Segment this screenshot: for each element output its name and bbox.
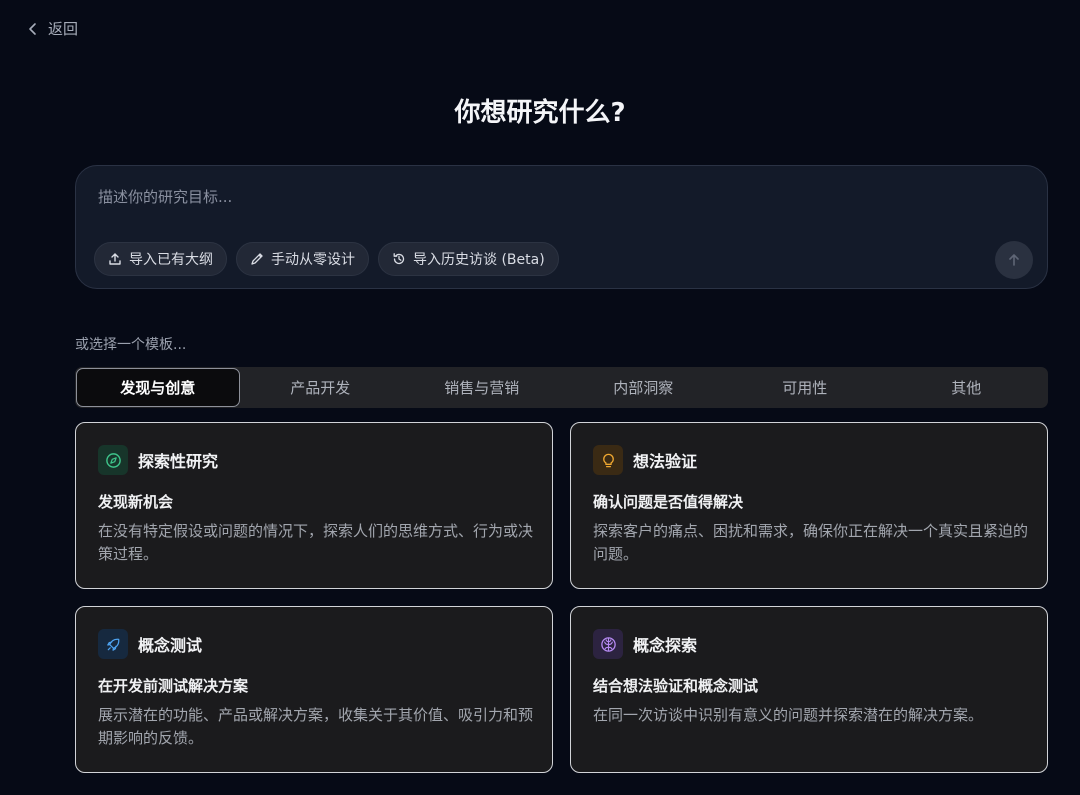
card-header: 想法验证 (593, 445, 697, 475)
card-title: 概念测试 (138, 636, 203, 655)
import-history-label: 导入历史访谈 (Beta) (413, 252, 545, 268)
card-description: 在没有特定假设或问题的情况下，探索人们的思维方式、行为或决策过程。 (98, 522, 534, 563)
card-description: 在同一次访谈中识别有意义的问题并探索潜在的解决方案。 (593, 706, 984, 724)
import-outline-label: 导入已有大纲 (129, 252, 213, 268)
tab-usability[interactable]: 可用性 (724, 368, 886, 407)
lightbulb-icon (602, 453, 614, 467)
template-card-concept-testing[interactable]: 概念测试 在开发前测试解决方案 展示潜在的功能、产品或解决方案，收集关于其价值、… (75, 606, 553, 773)
card-icon-box (98, 445, 128, 475)
card-icon-box (98, 629, 128, 659)
back-label: 返回 (48, 20, 79, 38)
template-card-exploratory[interactable]: 探索性研究 发现新机会 在没有特定假设或问题的情况下，探索人们的思维方式、行为或… (75, 422, 553, 589)
card-title: 探索性研究 (138, 452, 219, 471)
card-subtitle: 发现新机会 (98, 493, 174, 511)
pencil-icon (251, 253, 263, 265)
manual-design-button[interactable]: 手动从零设计 (236, 242, 369, 276)
card-description: 展示潜在的功能、产品或解决方案，收集关于其价值、吸引力和预期影响的反馈。 (98, 706, 534, 747)
card-title: 想法验证 (633, 452, 698, 471)
import-outline-button[interactable]: 导入已有大纲 (94, 242, 227, 276)
compass-icon (105, 452, 121, 468)
card-subtitle: 确认问题是否值得解决 (593, 493, 744, 511)
card-icon-box (593, 445, 623, 475)
card-subtitle: 结合想法验证和概念测试 (593, 677, 759, 695)
page-title: 你想研究什么? (454, 98, 626, 128)
brain-icon (600, 636, 616, 652)
upload-icon (109, 253, 121, 265)
templates-label: 或选择一个模板... (75, 337, 187, 353)
card-subtitle: 在开发前测试解决方案 (98, 677, 249, 695)
prompt-actions: 导入已有大纲 手动从零设计 导入历史访谈 (Beta) (94, 242, 559, 276)
rocket-icon (106, 638, 119, 651)
chevron-left-icon (29, 22, 36, 35)
tab-other[interactable]: 其他 (886, 368, 1048, 407)
template-card-idea-validation[interactable]: 想法验证 确认问题是否值得解决 探索客户的痛点、困扰和需求，确保你正在解决一个真… (570, 422, 1048, 589)
arrow-up-icon (1009, 254, 1019, 266)
manual-design-label: 手动从零设计 (271, 252, 355, 268)
research-goal-box: 导入已有大纲 手动从零设计 导入历史访谈 (Beta) (75, 165, 1048, 289)
card-title: 概念探索 (633, 636, 698, 655)
history-icon (393, 253, 405, 265)
back-button[interactable]: 返回 (26, 18, 78, 39)
card-header: 概念探索 (593, 629, 697, 659)
card-icon-box (593, 629, 623, 659)
tab-internal-insights[interactable]: 内部洞察 (563, 368, 725, 407)
send-button[interactable] (995, 241, 1033, 279)
tab-discovery[interactable]: 发现与创意 (76, 368, 240, 407)
card-description: 探索客户的痛点、困扰和需求，确保你正在解决一个真实且紧迫的问题。 (593, 522, 1029, 563)
card-header: 概念测试 (98, 629, 202, 659)
tab-sales-marketing[interactable]: 销售与营销 (401, 368, 563, 407)
tab-product-development[interactable]: 产品开发 (240, 368, 402, 407)
template-tabs: 发现与创意 产品开发 销售与营销 内部洞察 可用性 其他 (75, 367, 1048, 408)
research-goal-input[interactable] (98, 186, 978, 208)
card-header: 探索性研究 (98, 445, 218, 475)
import-history-button[interactable]: 导入历史访谈 (Beta) (378, 242, 559, 276)
template-card-concept-exploration[interactable]: 概念探索 结合想法验证和概念测试 在同一次访谈中识别有意义的问题并探索潜在的解决… (570, 606, 1048, 773)
